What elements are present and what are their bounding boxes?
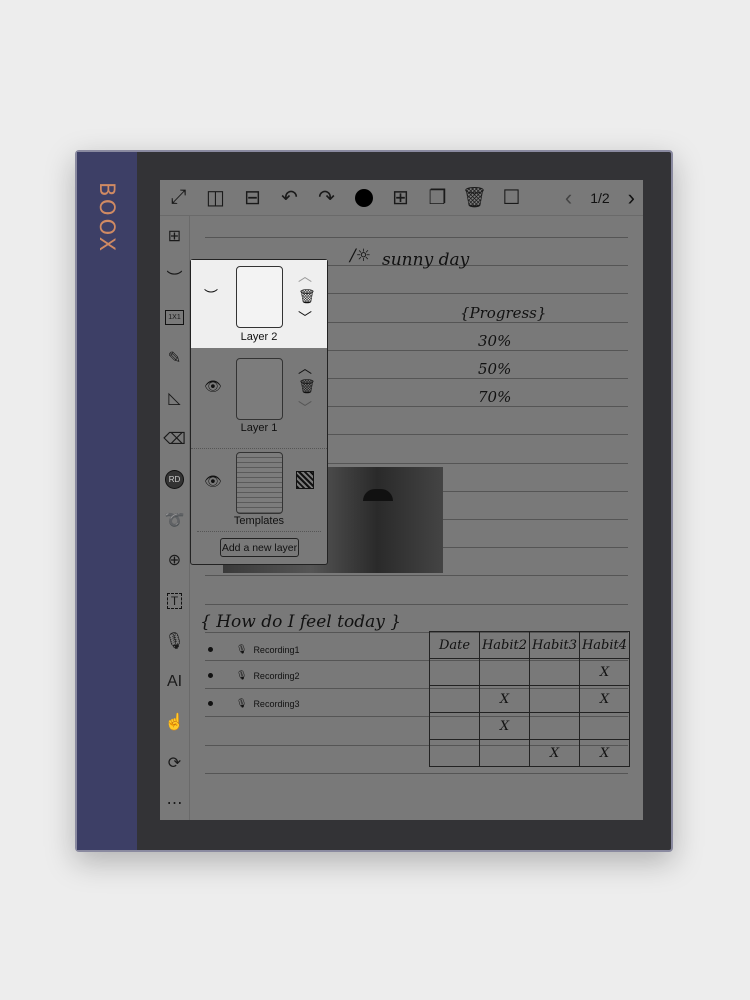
ruled-line (205, 575, 628, 577)
layer-eye-closed-icon[interactable]: ︶ (160, 257, 189, 298)
left-toolbar: ⊞ ︶ 1X1 ✎ ◺ ⌫ RD ➰ ⊕ T 🎙 AI ☝ ⟳ ⋯ (160, 216, 190, 820)
table-row: X (429, 712, 630, 740)
table-row: X (429, 658, 630, 686)
layer-name: Layer 2 (240, 331, 278, 343)
next-page-icon[interactable]: › (628, 185, 635, 211)
undo-icon[interactable]: ↶ (271, 180, 308, 216)
microphone-icon: 🎙 (236, 644, 248, 654)
touch-icon[interactable]: ☝ (160, 702, 189, 743)
rd-icon[interactable]: RD (160, 459, 189, 500)
shape-icon[interactable]: ◺ (160, 378, 189, 419)
ruled-line (205, 603, 628, 605)
sun-doodle-icon: /☼ (350, 246, 371, 266)
copy-page-icon[interactable]: ❐ (419, 180, 456, 216)
move-down-icon[interactable]: ﹀ (298, 308, 312, 328)
recording-item[interactable]: 🎙 Recording1 (208, 644, 299, 655)
lasso-icon[interactable]: ➰ (160, 500, 189, 541)
zoom-in-icon[interactable]: ⊕ (160, 540, 189, 581)
table-header: Habit3 (529, 631, 580, 659)
layers-panel: ︶ ︿ 🗑 ﹀ Layer 2 👁 ︿ 🗑 ﹀ Layer 1 👁 Templa… (190, 259, 328, 565)
ai-icon[interactable]: AI (160, 662, 189, 703)
ruled-line (205, 772, 628, 774)
page-indicator: 1/2 (590, 189, 610, 206)
text-box-icon[interactable]: T (160, 581, 189, 622)
add-new-layer-button[interactable]: Add a new layer (220, 538, 299, 557)
table-header: Habit4 (579, 631, 630, 659)
device-spine: BOOX (77, 152, 137, 850)
eye-icon[interactable]: 👁 (204, 378, 222, 395)
eye-closed-icon[interactable]: ︶ (204, 286, 218, 306)
move-up-icon[interactable]: ︿ (298, 358, 312, 378)
refresh-icon[interactable]: ⟳ (160, 743, 189, 784)
ruled-line (205, 237, 628, 238)
more-icon[interactable]: ⋯ (160, 783, 189, 820)
progress-value: 30% (478, 332, 512, 350)
template-pattern-icon[interactable] (296, 471, 314, 489)
microphone-icon[interactable]: 🎙 (160, 621, 189, 662)
microphone-icon: 🎙 (236, 698, 248, 708)
layer-name: Layer 1 (240, 422, 278, 434)
trash-icon[interactable]: 🗑 (456, 180, 493, 216)
layer-thumbnail (236, 266, 283, 328)
eraser-icon[interactable]: ⌫ (160, 419, 189, 460)
move-up-icon[interactable]: ︿ (298, 266, 312, 286)
recording-item[interactable]: 🎙 Recording3 (208, 698, 299, 709)
recording-item[interactable]: 🎙 Recording2 (208, 670, 299, 681)
split-horizontal-icon[interactable]: ⊟ (234, 180, 271, 216)
trash-icon[interactable]: 🗑 (298, 378, 316, 395)
note-heading: sunny day (382, 250, 470, 270)
layer-thumbnail (236, 358, 283, 420)
prev-page-icon[interactable]: ‹ (565, 185, 572, 211)
table-header: Date (429, 631, 480, 659)
layer-item-layer-1[interactable]: 👁 ︿ 🗑 ﹀ Layer 1 (191, 356, 327, 440)
layer-item-layer-2[interactable]: ︶ ︿ 🗑 ﹀ Layer 2 (191, 260, 327, 348)
table-row: XX (429, 739, 630, 767)
ratio-1x1-icon[interactable]: 1X1 (160, 297, 189, 338)
add-page-icon[interactable]: ⊞ (382, 180, 419, 216)
grid-icon[interactable]: ⊞ (160, 216, 189, 257)
pen-color-icon[interactable] (345, 180, 382, 216)
table-header: Habit2 (479, 631, 530, 659)
split-vertical-icon[interactable]: ◫ (197, 180, 234, 216)
table-row: XX (429, 685, 630, 713)
eye-icon[interactable]: 👁 (204, 473, 222, 490)
progress-value: 50% (478, 360, 512, 378)
progress-title: {Progress} (460, 304, 547, 322)
layer-name: Templates (233, 515, 285, 527)
expand-icon[interactable]: ⤢ (160, 180, 197, 216)
microphone-icon: 🎙 (236, 670, 248, 680)
move-down-icon[interactable]: ﹀ (298, 398, 312, 418)
layer-item-templates[interactable]: 👁 Templates (191, 448, 327, 528)
feel-title: { How do I feel today } (200, 612, 402, 632)
top-toolbar: ⤢ ◫ ⊟ ↶ ↷ ⊞ ❐ 🗑 ☐ ‹ 1/2 › (160, 180, 643, 216)
brand-logo: BOOX (95, 182, 119, 255)
layer-thumbnail (236, 452, 283, 514)
habit-table: Date Habit2 Habit3 Habit4 X XX X XX (429, 631, 630, 767)
pen-icon[interactable]: ✎ (160, 338, 189, 379)
trash-icon[interactable]: 🗑 (298, 288, 316, 305)
redo-icon[interactable]: ↷ (308, 180, 345, 216)
checkbox-icon[interactable]: ☐ (493, 180, 530, 216)
progress-value: 70% (478, 388, 512, 406)
